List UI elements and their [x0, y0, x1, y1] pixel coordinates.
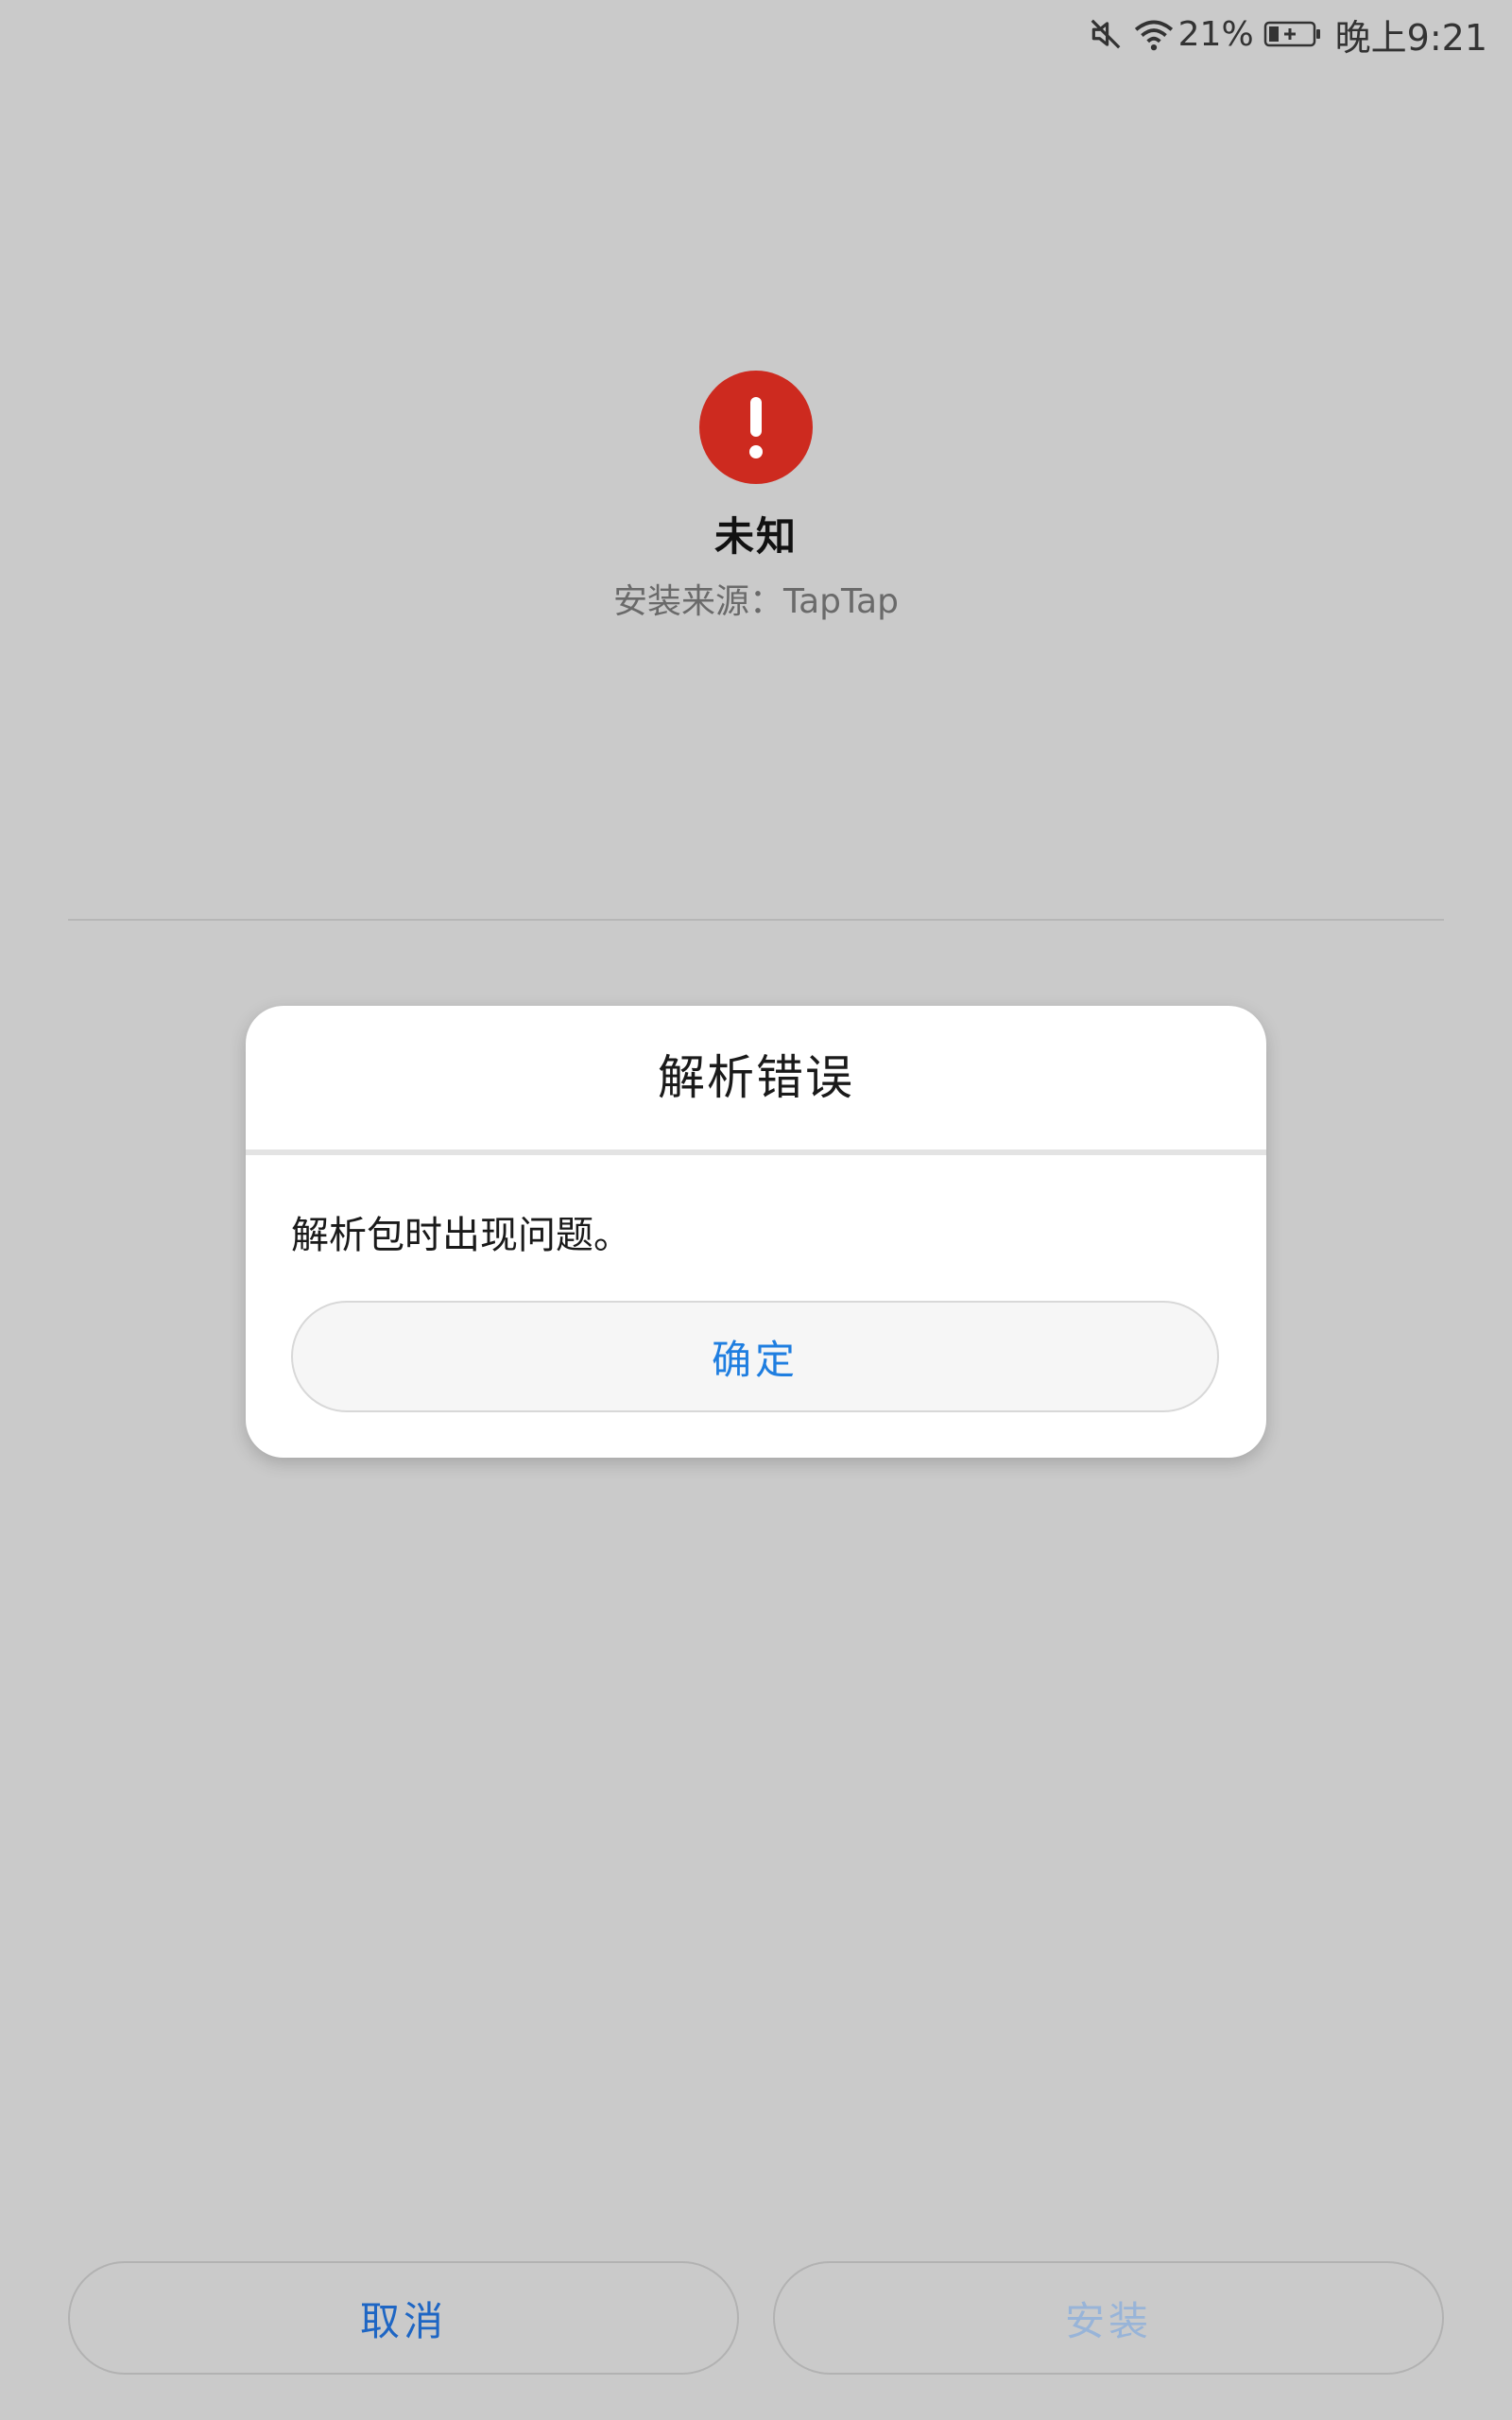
- divider: [68, 919, 1444, 921]
- cancel-button[interactable]: 取消: [68, 2261, 739, 2375]
- confirm-button[interactable]: 确定: [291, 1301, 1219, 1412]
- mute-icon: [1088, 16, 1124, 52]
- wifi-icon: [1133, 16, 1175, 52]
- app-info: 未知 安装来源：TapTap: [0, 371, 1512, 623]
- dialog-title: 解析错误: [658, 1050, 854, 1105]
- warning-icon: [699, 371, 813, 484]
- install-button[interactable]: 安装: [773, 2261, 1444, 2375]
- install-source: 安装来源：TapTap: [613, 582, 899, 621]
- app-name: 未知: [713, 513, 798, 560]
- battery-percent: 21%: [1177, 14, 1254, 54]
- battery-charging-icon: [1263, 20, 1322, 48]
- bottom-action-bar: 取消 安装: [68, 2261, 1444, 2375]
- parse-error-dialog: 解析错误 解析包时出现问题。 确定: [246, 1006, 1266, 1458]
- dialog-message: 解析包时出现问题。: [291, 1214, 631, 1257]
- status-time: 晚上9:21: [1334, 16, 1487, 59]
- status-bar: 21% 晚上9:21: [1078, 0, 1512, 68]
